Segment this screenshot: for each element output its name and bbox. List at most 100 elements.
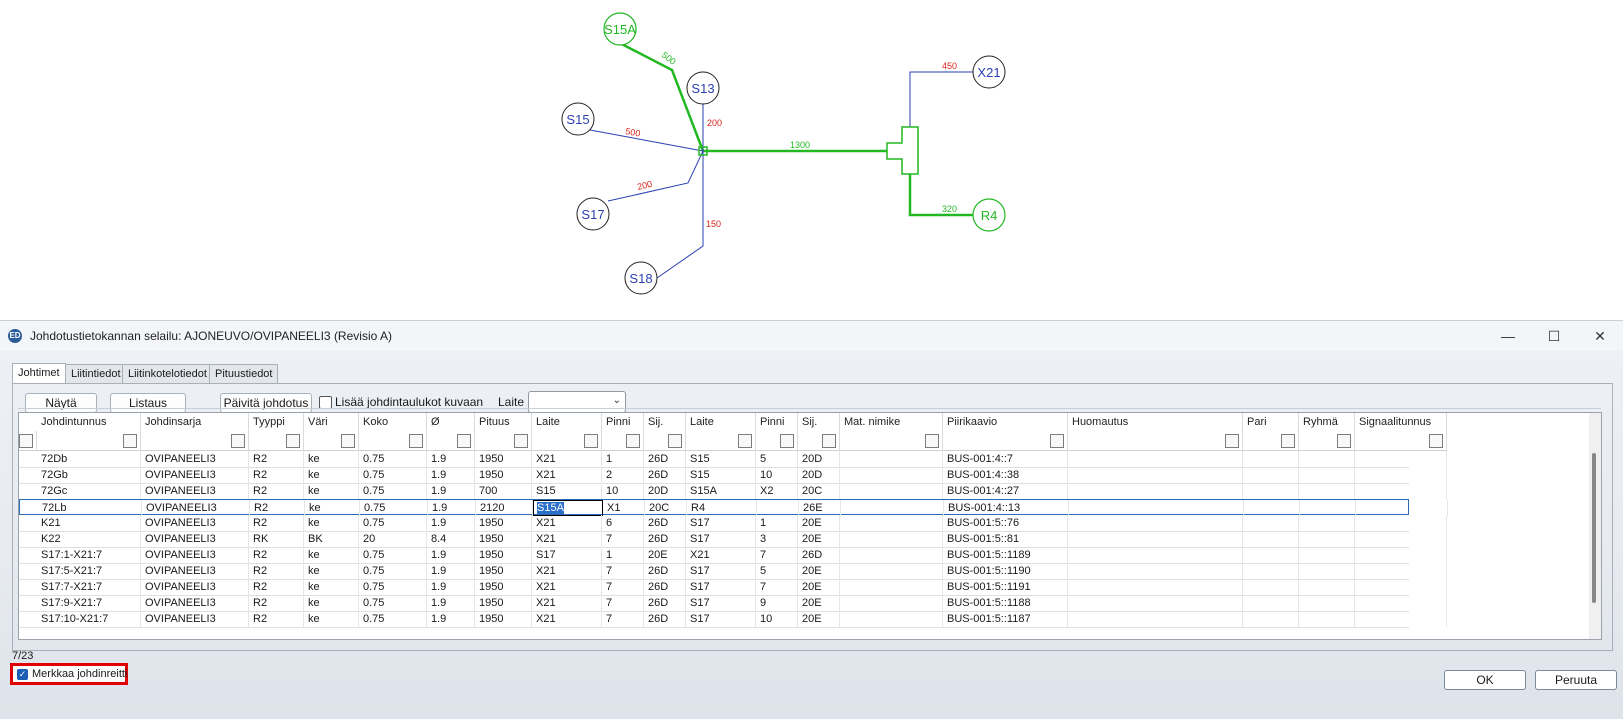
table-cell[interactable]: 700 [475, 483, 532, 499]
column-header[interactable]: Tyyppi [249, 413, 304, 431]
column-header[interactable]: Sij. [798, 413, 840, 431]
table-cell[interactable]: S15A [686, 483, 756, 499]
table-cell[interactable]: 7 [602, 563, 644, 579]
table-cell[interactable]: X21 [532, 563, 602, 579]
node-s15a[interactable]: S15A [603, 12, 637, 46]
table-cell[interactable]: 1.9 [427, 515, 475, 531]
table-cell[interactable]: 20E [798, 595, 840, 611]
table-cell[interactable] [1299, 579, 1355, 595]
table-cell[interactable] [1068, 531, 1243, 547]
filter-icon[interactable] [1225, 434, 1239, 448]
close-button[interactable]: ✕ [1580, 325, 1620, 347]
filter-icon[interactable] [822, 434, 836, 448]
table-cell[interactable]: 72Gb [37, 467, 141, 483]
filter-icon[interactable] [409, 434, 423, 448]
table-cell[interactable] [1068, 483, 1243, 499]
nayta-button[interactable]: Näytä [25, 393, 97, 413]
node-s17[interactable]: S17 [576, 197, 610, 231]
table-cell[interactable]: 6 [602, 515, 644, 531]
table-cell[interactable]: X21 [532, 467, 602, 483]
table-cell[interactable] [1243, 579, 1299, 595]
node-s13[interactable]: S13 [686, 71, 720, 105]
table-cell[interactable]: ke [304, 611, 359, 627]
node-s18[interactable]: S18 [624, 261, 658, 295]
table-cell[interactable]: ke [304, 547, 359, 563]
table-cell[interactable] [840, 579, 943, 595]
column-header[interactable]: Ryhmä [1299, 413, 1355, 431]
table-cell[interactable]: OVIPANEELI3 [142, 500, 250, 516]
table-cell[interactable]: 0.75 [359, 563, 427, 579]
table-cell[interactable]: S17 [686, 595, 756, 611]
ok-button[interactable]: OK [1444, 670, 1526, 690]
peruuta-button[interactable]: Peruuta [1535, 670, 1617, 690]
table-row[interactable]: S17:5-X21:7 OVIPANEELI3 R2 ke 0.75 1.9 1950 X21… [19, 563, 1447, 580]
table-cell[interactable]: R2 [249, 547, 304, 563]
table-cell[interactable]: 1950 [475, 595, 532, 611]
table-cell[interactable]: S17 [686, 611, 756, 627]
table-cell[interactable]: 20D [798, 451, 840, 467]
table-cell[interactable]: 1950 [475, 531, 532, 547]
tab-liitintiedot[interactable]: Liitintiedot [65, 364, 127, 383]
table-row[interactable]: 72Lb OVIPANEELI3 R2 ke 0.75 1.9 2120 S15A X1 20C R… [19, 499, 1448, 516]
table-cell[interactable]: 7 [602, 595, 644, 611]
laite-combo[interactable]: ⌄ [528, 391, 626, 413]
table-cell[interactable]: 1 [602, 451, 644, 467]
table-cell[interactable]: OVIPANEELI3 [141, 595, 249, 611]
table-cell[interactable] [1243, 595, 1299, 611]
table-cell[interactable]: 9 [756, 595, 798, 611]
table-cell[interactable]: 0.75 [359, 451, 427, 467]
wire-s17[interactable] [607, 150, 704, 202]
table-cell[interactable]: 1950 [475, 547, 532, 563]
column-header[interactable]: Koko [359, 413, 427, 431]
column-header[interactable]: Pinni [756, 413, 798, 431]
table-cell[interactable] [1243, 611, 1299, 627]
table-cell[interactable]: 1.9 [427, 579, 475, 595]
table-cell[interactable]: 20E [644, 547, 686, 563]
table-cell[interactable]: 2 [602, 467, 644, 483]
table-cell[interactable]: 20E [798, 611, 840, 627]
table-cell[interactable]: BK [304, 531, 359, 547]
table-cell[interactable]: 7 [602, 531, 644, 547]
filter-cell[interactable] [840, 431, 943, 451]
column-header[interactable]: Piirikaavio [943, 413, 1068, 431]
table-cell[interactable]: 1950 [475, 563, 532, 579]
paivita-johdotus-button[interactable]: Päivitä johdotus [220, 393, 312, 413]
table-cell[interactable] [1355, 515, 1447, 531]
filter-cell[interactable] [686, 431, 756, 451]
table-cell[interactable]: 1 [756, 515, 798, 531]
filter-cell[interactable] [1243, 431, 1299, 451]
filter-cell[interactable] [943, 431, 1068, 451]
filter-icon[interactable] [668, 434, 682, 448]
table-cell[interactable]: X2 [756, 483, 798, 499]
filter-icon[interactable] [1281, 434, 1295, 448]
minimize-button[interactable]: — [1488, 325, 1528, 347]
table-cell[interactable]: 0.75 [359, 515, 427, 531]
table-cell[interactable]: S17:10-X21:7 [37, 611, 141, 627]
table-cell[interactable]: 72Lb [38, 500, 142, 516]
table-cell[interactable] [1244, 500, 1300, 516]
table-cell[interactable]: X21 [532, 451, 602, 467]
table-cell[interactable]: BUS-001:5::81 [943, 531, 1068, 547]
table-cell[interactable]: K21 [37, 515, 141, 531]
table-cell[interactable]: 1.9 [427, 611, 475, 627]
table-cell[interactable]: BUS-001:4::13 [944, 500, 1069, 516]
table-row[interactable]: 72Gc OVIPANEELI3 R2 ke 0.75 1.9 700 S15 10 20D S15… [19, 483, 1447, 500]
filter-icon[interactable] [123, 434, 137, 448]
table-cell[interactable]: 1.9 [427, 451, 475, 467]
table-cell[interactable] [840, 467, 943, 483]
column-header[interactable]: Signaalitunnus [1355, 413, 1447, 431]
column-header[interactable]: Pituus [475, 413, 532, 431]
table-cell[interactable]: X21 [532, 531, 602, 547]
table-cell[interactable] [1299, 547, 1355, 563]
table-cell[interactable]: BUS-001:4::7 [943, 451, 1068, 467]
table-cell[interactable]: OVIPANEELI3 [141, 483, 249, 499]
table-cell[interactable]: OVIPANEELI3 [141, 515, 249, 531]
table-cell[interactable]: X21 [532, 515, 602, 531]
table-cell[interactable]: 20E [798, 515, 840, 531]
table-cell[interactable]: R2 [249, 515, 304, 531]
column-header[interactable]: Pari [1243, 413, 1299, 431]
table-cell[interactable] [1355, 451, 1447, 467]
table-cell[interactable]: R2 [249, 483, 304, 499]
table-cell[interactable]: ke [304, 515, 359, 531]
column-header[interactable]: Huomautus [1068, 413, 1243, 431]
